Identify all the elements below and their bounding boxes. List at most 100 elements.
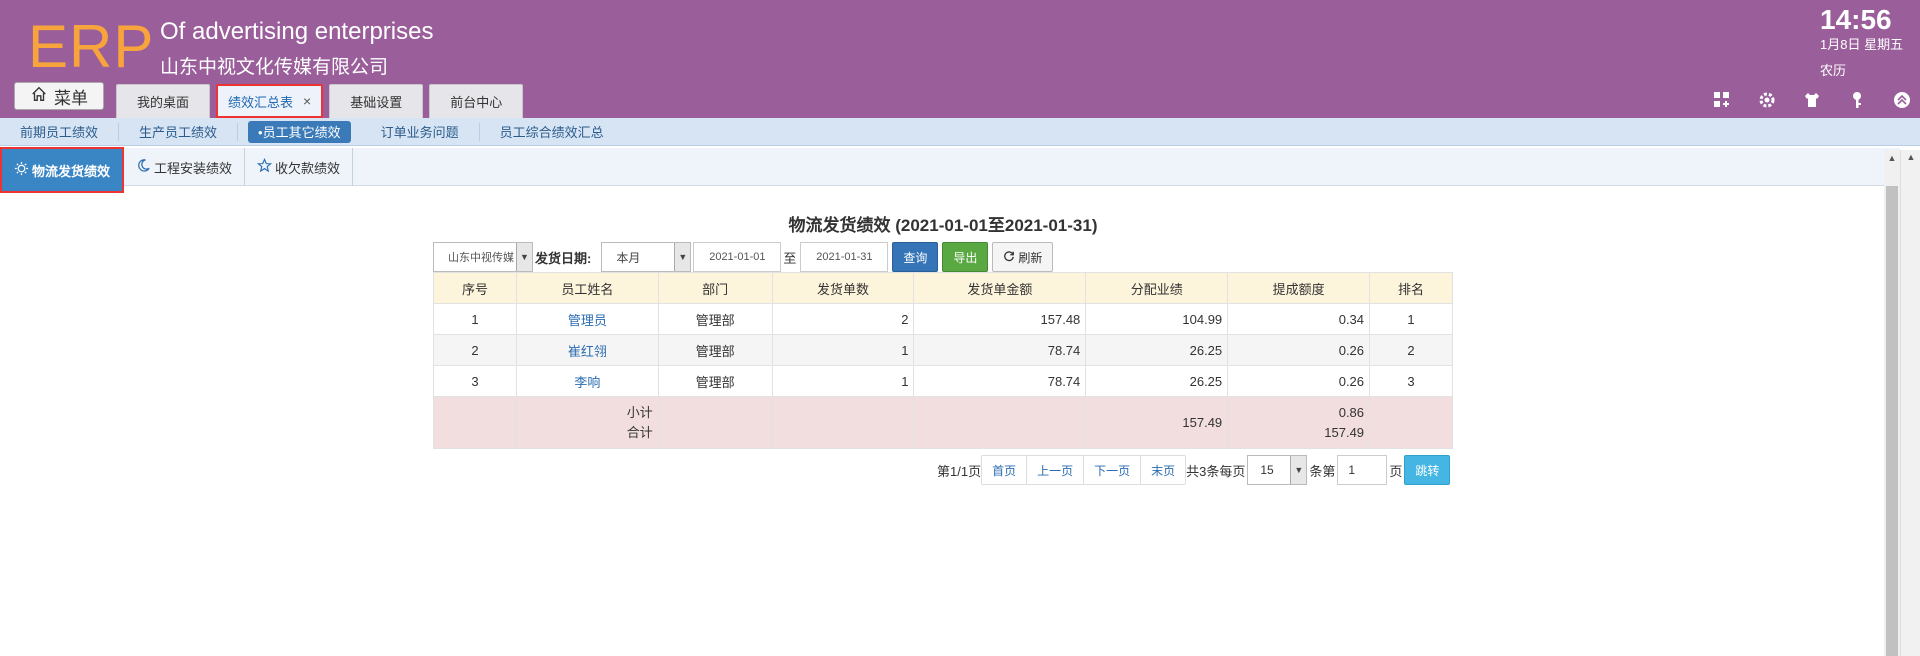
gear-icon[interactable]: [1757, 90, 1777, 110]
sub-tab-bar: 物流发货绩效 工程安装绩效 收欠款绩效: [0, 147, 1900, 193]
table-row: 3 李响 管理部 1 78.74 26.25 0.26 3: [433, 365, 1453, 397]
col-header-perf: 分配业绩: [1085, 272, 1229, 304]
cell-amount: 78.74: [913, 334, 1087, 366]
cell-name-link[interactable]: 崔红翎: [515, 334, 659, 366]
cell-dept: 管理部: [657, 334, 773, 366]
table-row: 1 管理员 管理部 2 157.48 104.99 0.34 1: [433, 303, 1453, 335]
period-select-value: 本月: [616, 250, 641, 265]
chevron-down-icon: ▼: [516, 243, 532, 271]
tab-front-center[interactable]: 前台中心: [429, 84, 524, 118]
scroll-thumb[interactable]: [1886, 186, 1898, 656]
cell-count: 1: [771, 334, 915, 366]
first-page-button[interactable]: 首页: [982, 456, 1028, 484]
company-name-en: Of advertising enterprises: [160, 18, 434, 45]
jump-button[interactable]: 跳转: [1404, 455, 1451, 485]
subnav-staff-summary[interactable]: 员工综合绩效汇总: [480, 123, 624, 141]
query-button[interactable]: 查询: [892, 242, 939, 272]
goto-page-input[interactable]: 1: [1337, 455, 1388, 485]
summary-empty-cell: [433, 396, 517, 449]
cell-bonus: 0.34: [1227, 303, 1371, 335]
cell-name-link[interactable]: 李响: [515, 365, 659, 397]
tab-basic-settings[interactable]: 基础设置: [329, 84, 424, 118]
scroll-up-icon[interactable]: ▲: [1884, 150, 1900, 166]
cell-amount: 78.74: [913, 365, 1087, 397]
page-size-value: 15: [1260, 463, 1274, 477]
menu-button[interactable]: 菜单: [14, 82, 104, 110]
refresh-label: 刷新: [1018, 250, 1043, 265]
col-header-amount: 发货单金额: [913, 272, 1087, 304]
next-page-button[interactable]: 下一页: [1084, 456, 1142, 484]
cell-index: 1: [433, 303, 517, 335]
cell-dept: 管理部: [657, 365, 773, 397]
summary-row: 小计 合计 157.49 0.86 157.49: [433, 396, 1453, 449]
cell-dept: 管理部: [657, 303, 773, 335]
summary-labels: 小计 合计: [515, 396, 659, 449]
cell-perf: 26.25: [1085, 334, 1229, 366]
summary-bonus-subtotal: 0.86: [1338, 404, 1365, 420]
tab-label: 物流发货绩效: [32, 163, 111, 179]
shirt-icon[interactable]: [1802, 90, 1822, 110]
date-from-input[interactable]: 2021-01-01: [693, 242, 782, 272]
to-label: 至: [783, 250, 797, 266]
top-tab-bar: 我的桌面 绩效汇总表 × 基础设置 前台中心: [116, 84, 524, 118]
tab-desktop[interactable]: 我的桌面: [116, 84, 211, 118]
period-select[interactable]: 本月 ▼: [601, 242, 692, 272]
refresh-button[interactable]: 刷新: [992, 242, 1054, 272]
company-select-value: 山东中视传媒: [448, 252, 514, 264]
chevron-down-icon: ▼: [1290, 456, 1307, 484]
key-icon[interactable]: [1847, 90, 1867, 110]
tab-label: 前台中心: [450, 95, 503, 110]
summary-empty-cell: [657, 396, 773, 449]
report-title: 物流发货绩效 (2021-01-01至2021-01-31): [788, 216, 1098, 235]
company-name-cn: 山东中视文化传媒有限公司: [160, 57, 389, 78]
apps-add-icon[interactable]: [1712, 90, 1732, 110]
tab-label: 我的桌面: [137, 95, 190, 110]
subnav-other-staff[interactable]: •员工其它绩效: [248, 120, 351, 143]
subnav-production-staff[interactable]: 生产员工绩效: [119, 122, 239, 141]
collapse-up-icon[interactable]: [1892, 90, 1912, 110]
export-button[interactable]: 导出: [942, 242, 989, 272]
scroll-up-icon[interactable]: ▲: [1901, 152, 1920, 162]
cell-perf: 26.25: [1085, 365, 1229, 397]
refresh-icon: [1003, 250, 1015, 265]
cell-index: 3: [433, 365, 517, 397]
inner-scrollbar[interactable]: ▲: [1884, 150, 1900, 656]
sun-icon: [14, 161, 29, 179]
col-header-name: 员工姓名: [515, 272, 659, 304]
chevron-down-icon: ▼: [674, 243, 691, 271]
tab-label: 绩效汇总表: [228, 94, 294, 110]
cell-amount: 157.48: [913, 303, 1087, 335]
tab-label: 基础设置: [350, 95, 403, 110]
cell-rank: 2: [1369, 334, 1453, 366]
table-row: 2 崔红翎 管理部 1 78.74 26.25 0.26 2: [433, 334, 1453, 366]
subnav-order-issues[interactable]: 订单业务问题: [361, 122, 480, 141]
cell-bonus: 0.26: [1227, 334, 1371, 366]
col-header-rank: 排名: [1369, 272, 1453, 304]
sub-nav: 前期员工绩效 生产员工绩效 •员工其它绩效 订单业务问题 员工综合绩效汇总: [0, 118, 1920, 146]
company-select[interactable]: 山东中视传媒 ▼: [433, 242, 533, 272]
summary-bonus: 0.86 157.49: [1227, 396, 1371, 449]
prev-page-button[interactable]: 上一页: [1027, 456, 1085, 484]
col-header-index: 序号: [433, 272, 517, 304]
clock-time: 14:56: [1820, 4, 1892, 35]
tab-engineering-install[interactable]: 工程安装绩效: [124, 148, 246, 186]
last-page-button[interactable]: 末页: [1141, 456, 1186, 484]
page-size-select[interactable]: 15 ▼: [1247, 455, 1308, 485]
cell-name-link[interactable]: 管理员: [515, 303, 659, 335]
clock-date: 1月8日 星期五: [1820, 37, 1904, 52]
subnav-early-staff[interactable]: 前期员工绩效: [0, 122, 120, 141]
tab-label: 收欠款绩效: [275, 160, 341, 176]
outer-scrollbar[interactable]: ▲: [1900, 150, 1920, 656]
tab-performance-summary[interactable]: 绩效汇总表 ×: [216, 84, 324, 118]
cell-rank: 3: [1369, 365, 1453, 397]
tab-logistics-shipping[interactable]: 物流发货绩效: [0, 147, 125, 193]
summary-empty-cell: [1369, 396, 1453, 449]
date-to-input[interactable]: 2021-01-31: [800, 242, 889, 272]
table-header-row: 序号 员工姓名 部门 发货单数 发货单金额 分配业绩 提成额度 排名: [433, 272, 1453, 304]
close-icon[interactable]: ×: [303, 93, 311, 109]
summary-empty-cell: [771, 396, 915, 449]
page-info: 第1/1页: [937, 463, 982, 479]
tab-debt-collection[interactable]: 收欠款绩效: [245, 148, 354, 186]
cell-rank: 1: [1369, 303, 1453, 335]
total-label: 合计: [626, 424, 653, 440]
